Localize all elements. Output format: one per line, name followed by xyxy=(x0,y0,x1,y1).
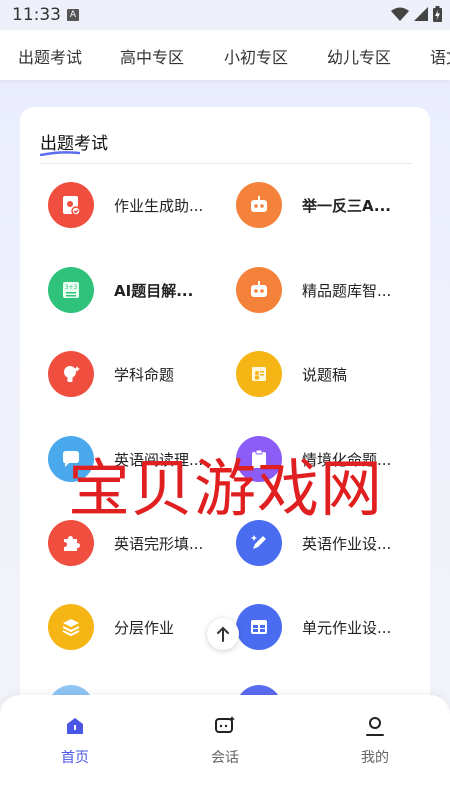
home-icon xyxy=(67,718,83,734)
calculator-board-icon: 3+3 xyxy=(48,267,94,313)
signal-icon xyxy=(414,7,428,21)
wifi-icon xyxy=(391,7,409,21)
notification-a-icon: A xyxy=(67,9,79,21)
tab-kindergarten[interactable]: 幼儿专区 xyxy=(327,44,391,68)
tool-item-homework-generator[interactable]: 作业生成助... xyxy=(48,177,233,233)
status-time: 11:33 xyxy=(12,5,61,25)
tool-label: 学科命题 xyxy=(114,365,175,384)
svg-text:3+3: 3+3 xyxy=(65,284,78,291)
tool-item-question-bank[interactable]: 精品题库智... xyxy=(236,262,421,318)
nav-label: 我的 xyxy=(361,750,389,766)
tab-high-school[interactable]: 高中专区 xyxy=(120,44,184,68)
tool-item-speech-draft[interactable]: 说题稿 xyxy=(236,346,421,402)
tool-label: 英语作业设... xyxy=(302,534,392,553)
layers-icon xyxy=(48,604,94,650)
presentation-icon xyxy=(236,351,282,397)
tool-label: 分层作业 xyxy=(114,618,175,637)
category-tabs: 出题考试 高中专区 小初专区 幼儿专区 语文 xyxy=(0,30,450,80)
status-bar: 11:33 A xyxy=(0,0,450,30)
chat-sparkle-icon xyxy=(215,716,235,733)
tab-chinese[interactable]: 语文 xyxy=(430,44,450,68)
tool-label: 说题稿 xyxy=(302,365,348,384)
table-icon xyxy=(236,604,282,650)
tool-item-infer-ai[interactable]: 举一反三A... xyxy=(236,177,421,233)
title-underline xyxy=(40,151,80,156)
robot-icon xyxy=(236,182,282,228)
tool-label: AI题目解... xyxy=(114,281,194,300)
tool-label: 精品题库智... xyxy=(302,281,392,300)
bottom-navigation: 首页 会话 我的 xyxy=(0,695,450,800)
robot-icon xyxy=(236,267,282,313)
nav-profile[interactable]: 我的 xyxy=(335,715,415,767)
nav-home[interactable]: 首页 xyxy=(35,715,115,767)
user-icon xyxy=(366,717,384,736)
scroll-to-top-button[interactable] xyxy=(207,618,239,650)
tool-item-layered-homework[interactable]: 分层作业 xyxy=(48,599,233,655)
arrow-up-icon xyxy=(217,626,229,642)
tool-item-unit-homework-design[interactable]: 单元作业设... xyxy=(236,599,421,655)
tool-label: 举一反三A... xyxy=(302,196,391,215)
nav-chat[interactable]: 会话 xyxy=(185,715,265,767)
tool-label: 英语完形填... xyxy=(114,534,204,553)
battery-icon xyxy=(433,6,442,22)
tab-exam[interactable]: 出题考试 xyxy=(18,44,82,68)
nav-label: 会话 xyxy=(211,750,239,766)
tool-item-ai-question-solver[interactable]: 3+3 AI题目解... xyxy=(48,262,233,318)
homework-book-icon xyxy=(48,182,94,228)
tool-label: 单元作业设... xyxy=(302,618,392,637)
system-icons xyxy=(391,6,442,22)
lightbulb-icon xyxy=(48,351,94,397)
tab-primary-middle[interactable]: 小初专区 xyxy=(224,44,288,68)
tool-label: 作业生成助... xyxy=(114,196,204,215)
card-divider xyxy=(40,163,412,164)
watermark-text: 宝贝游戏网 xyxy=(68,452,384,525)
tool-item-subject-proposition[interactable]: 学科命题 xyxy=(48,346,233,402)
nav-label: 首页 xyxy=(61,750,89,766)
